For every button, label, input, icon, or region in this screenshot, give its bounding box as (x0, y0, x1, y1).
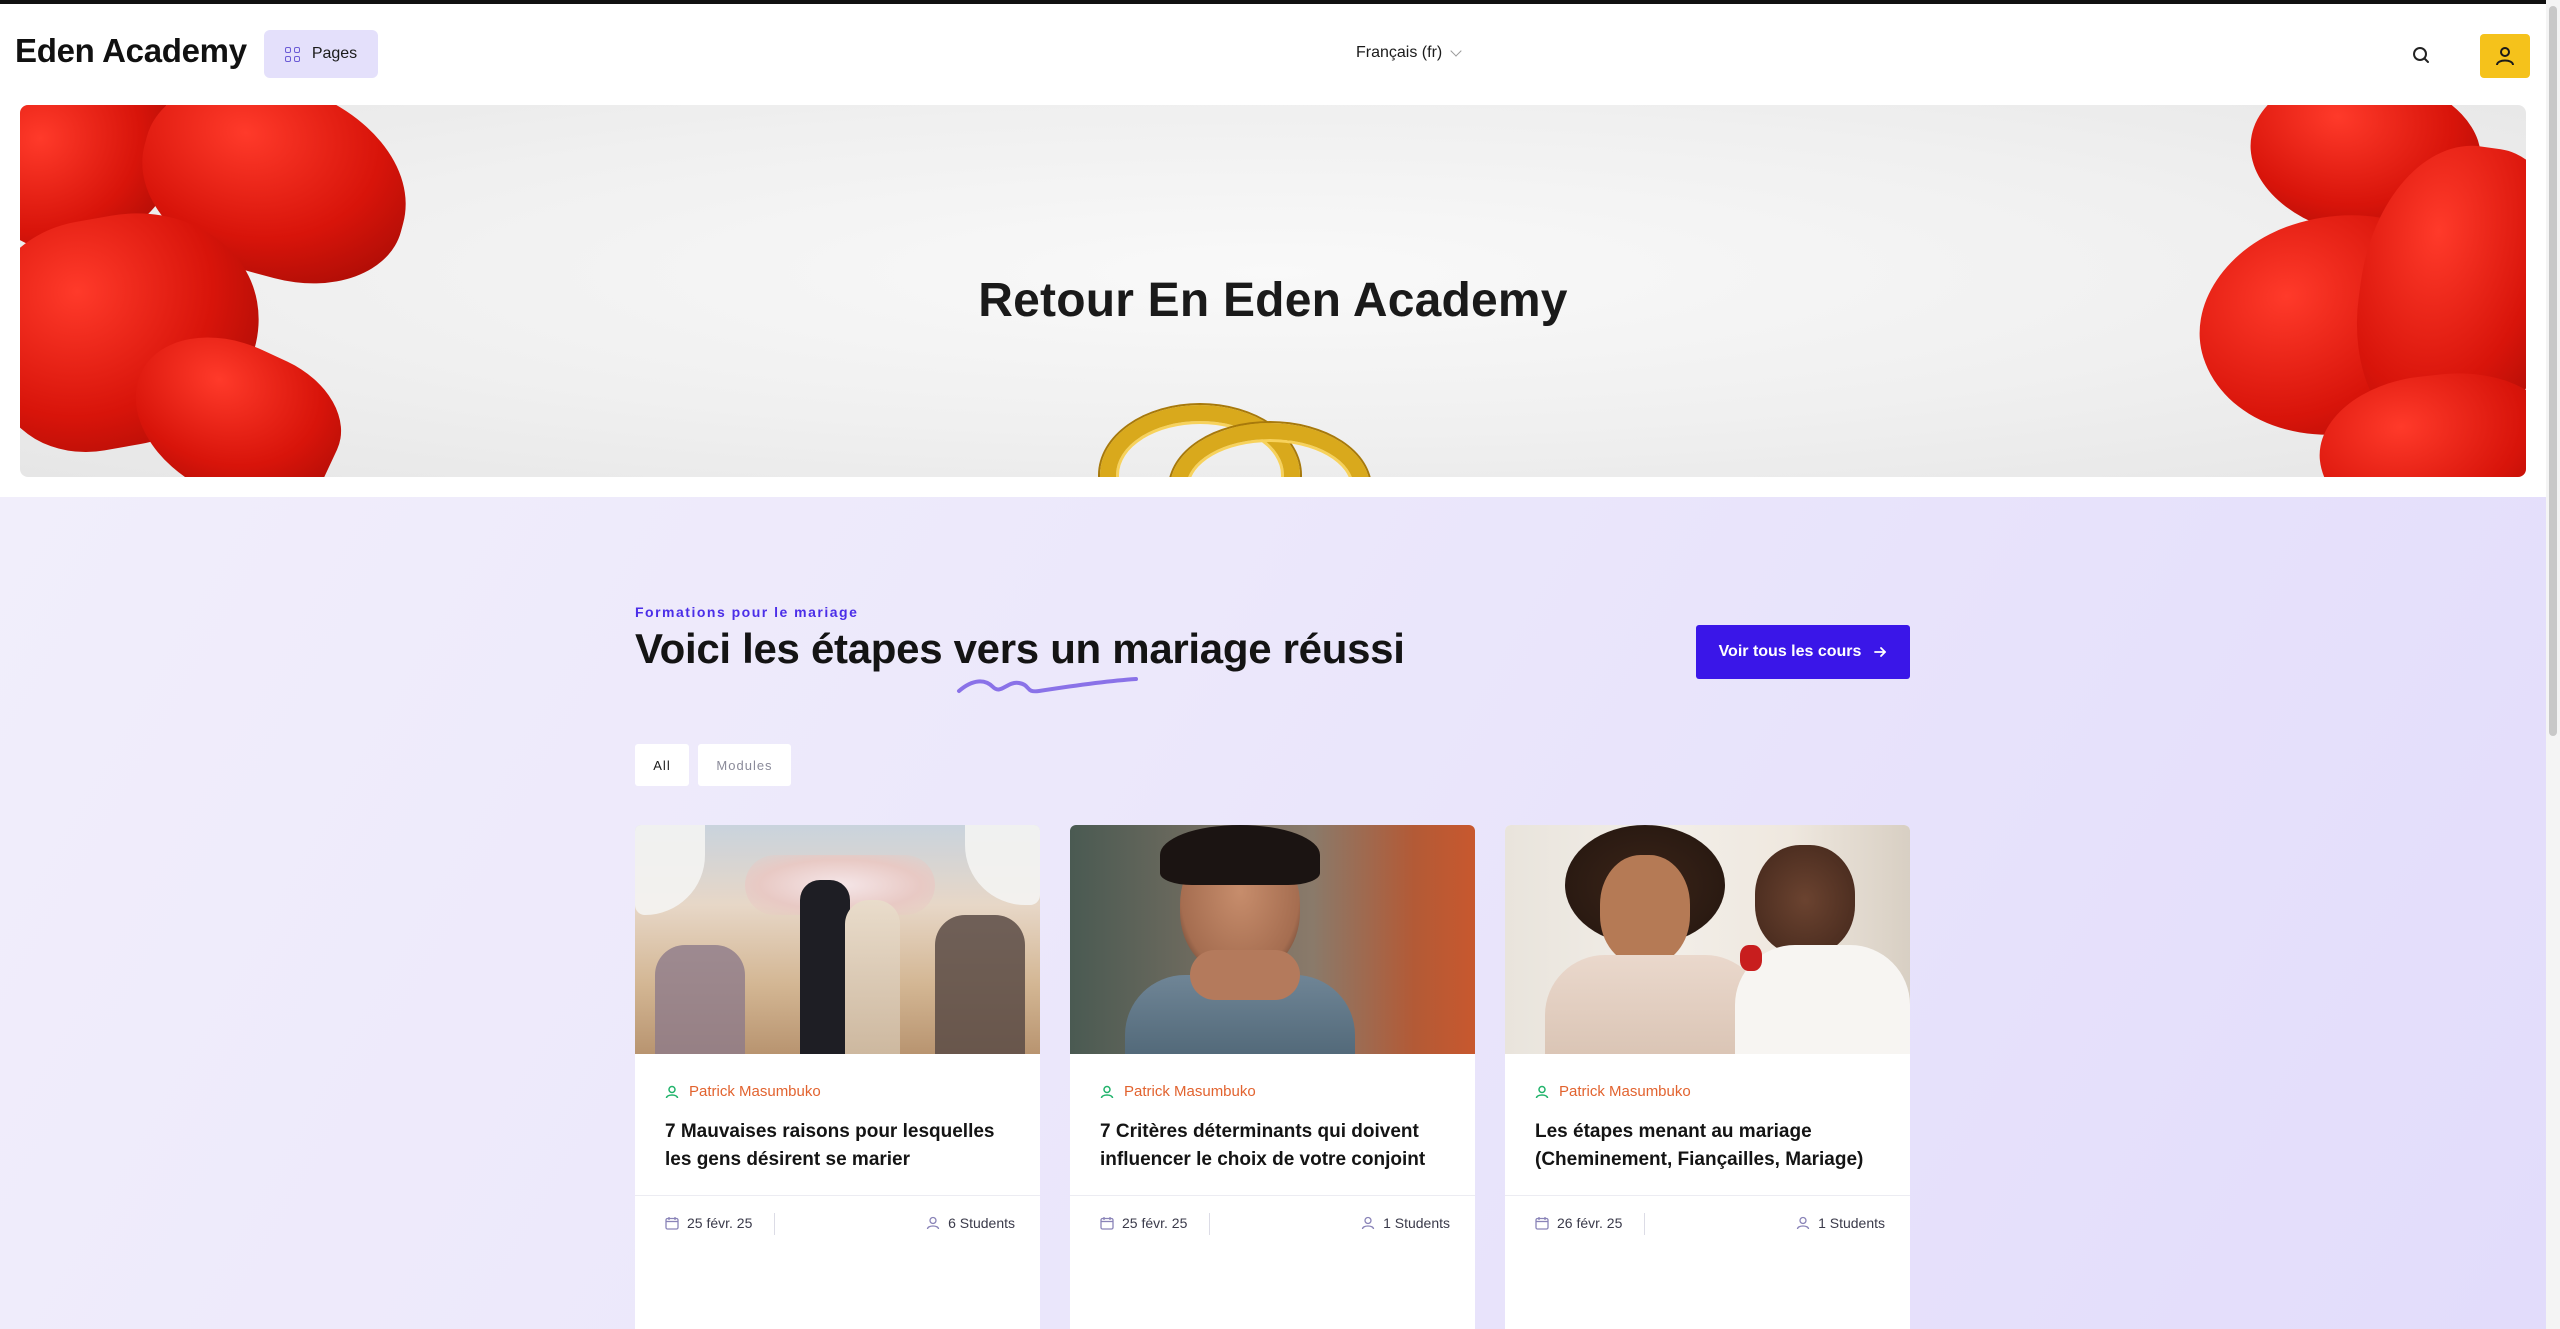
course-author-name: Patrick Masumbuko (1124, 1083, 1256, 1100)
course-card[interactable]: Patrick Masumbuko 7 Mauvaises raisons po… (635, 825, 1040, 1329)
grid-icon (284, 46, 300, 62)
view-all-courses-button[interactable]: Voir tous les cours (1696, 625, 1910, 679)
title-underline-squiggle (957, 677, 1138, 694)
course-author-name: Patrick Masumbuko (689, 1083, 821, 1100)
section-title: Voici les étapes vers un mariage réussi (635, 625, 1405, 672)
course-date-text: 25 févr. 25 (687, 1215, 753, 1231)
course-thumbnail-engagement-proposal (1505, 825, 1910, 1054)
meta-separator (774, 1213, 775, 1235)
course-date: 25 févr. 25 (665, 1215, 752, 1231)
course-date: 26 févr. 25 (1535, 1215, 1622, 1231)
card-divider (635, 1195, 1040, 1196)
page-scrollbar[interactable] (2546, 0, 2560, 1329)
course-date: 25 févr. 25 (1100, 1215, 1187, 1231)
filter-tab-all[interactable]: All (635, 744, 689, 786)
person-icon (665, 1085, 679, 1098)
meta-separator (1644, 1213, 1645, 1235)
course-students: 6 Students (926, 1215, 1015, 1231)
calendar-icon (1100, 1217, 1114, 1230)
person-icon (1535, 1085, 1549, 1098)
hero-title: Retour En Eden Academy (978, 274, 1568, 327)
course-students: 1 Students (1796, 1215, 1885, 1231)
language-selector[interactable]: Français (fr) (1356, 44, 1462, 62)
arrow-right-icon (1874, 647, 1887, 657)
view-all-courses-label: Voir tous les cours (1718, 643, 1862, 660)
course-author[interactable]: Patrick Masumbuko (665, 1083, 821, 1100)
card-divider (1505, 1195, 1910, 1196)
filter-tab-modules[interactable]: Modules (698, 744, 791, 786)
course-thumbnail-wedding-celebration (635, 825, 1040, 1054)
scrollbar-thumb[interactable] (2549, 6, 2557, 736)
user-account-button[interactable] (2480, 34, 2530, 78)
course-card[interactable]: Patrick Masumbuko Les étapes menant au m… (1505, 825, 1910, 1329)
card-divider (1070, 1195, 1475, 1196)
brand-logo[interactable]: Eden Academy (15, 32, 247, 70)
course-author[interactable]: Patrick Masumbuko (1535, 1083, 1691, 1100)
course-author[interactable]: Patrick Masumbuko (1100, 1083, 1256, 1100)
course-title[interactable]: 7 Critères déterminants qui doivent infl… (1100, 1118, 1455, 1174)
site-header: Eden Academy Pages Français (fr) (0, 4, 2546, 106)
section-eyebrow: Formations pour le mariage (635, 604, 859, 620)
courses-section: Formations pour le mariage Voici les éta… (0, 497, 2546, 1329)
language-label: Français (fr) (1356, 44, 1443, 61)
course-card[interactable]: Patrick Masumbuko 7 Critères déterminant… (1070, 825, 1475, 1329)
user-icon (2496, 47, 2514, 66)
person-icon (926, 1216, 940, 1230)
course-students-text: 1 Students (1818, 1215, 1885, 1231)
search-button[interactable] (2406, 40, 2436, 70)
course-students-text: 6 Students (948, 1215, 1015, 1231)
course-title[interactable]: Les étapes menant au mariage (Cheminemen… (1535, 1118, 1890, 1174)
course-author-name: Patrick Masumbuko (1559, 1083, 1691, 1100)
pages-menu-button[interactable]: Pages (264, 30, 378, 78)
person-icon (1361, 1216, 1375, 1230)
person-icon (1796, 1216, 1810, 1230)
search-icon (2413, 47, 2429, 63)
calendar-icon (665, 1217, 679, 1230)
course-thumbnail-thoughtful-woman (1070, 825, 1475, 1054)
course-students: 1 Students (1361, 1215, 1450, 1231)
pages-menu-label: Pages (311, 45, 358, 62)
person-icon (1100, 1085, 1114, 1098)
chevron-down-icon (1450, 45, 1462, 57)
course-date-text: 25 févr. 25 (1122, 1215, 1188, 1231)
course-title[interactable]: 7 Mauvaises raisons pour lesquelles les … (665, 1118, 1020, 1174)
meta-separator (1209, 1213, 1210, 1235)
hero-banner: Retour En Eden Academy (20, 105, 2526, 477)
course-students-text: 1 Students (1383, 1215, 1450, 1231)
course-date-text: 26 févr. 25 (1557, 1215, 1623, 1231)
calendar-icon (1535, 1217, 1549, 1230)
